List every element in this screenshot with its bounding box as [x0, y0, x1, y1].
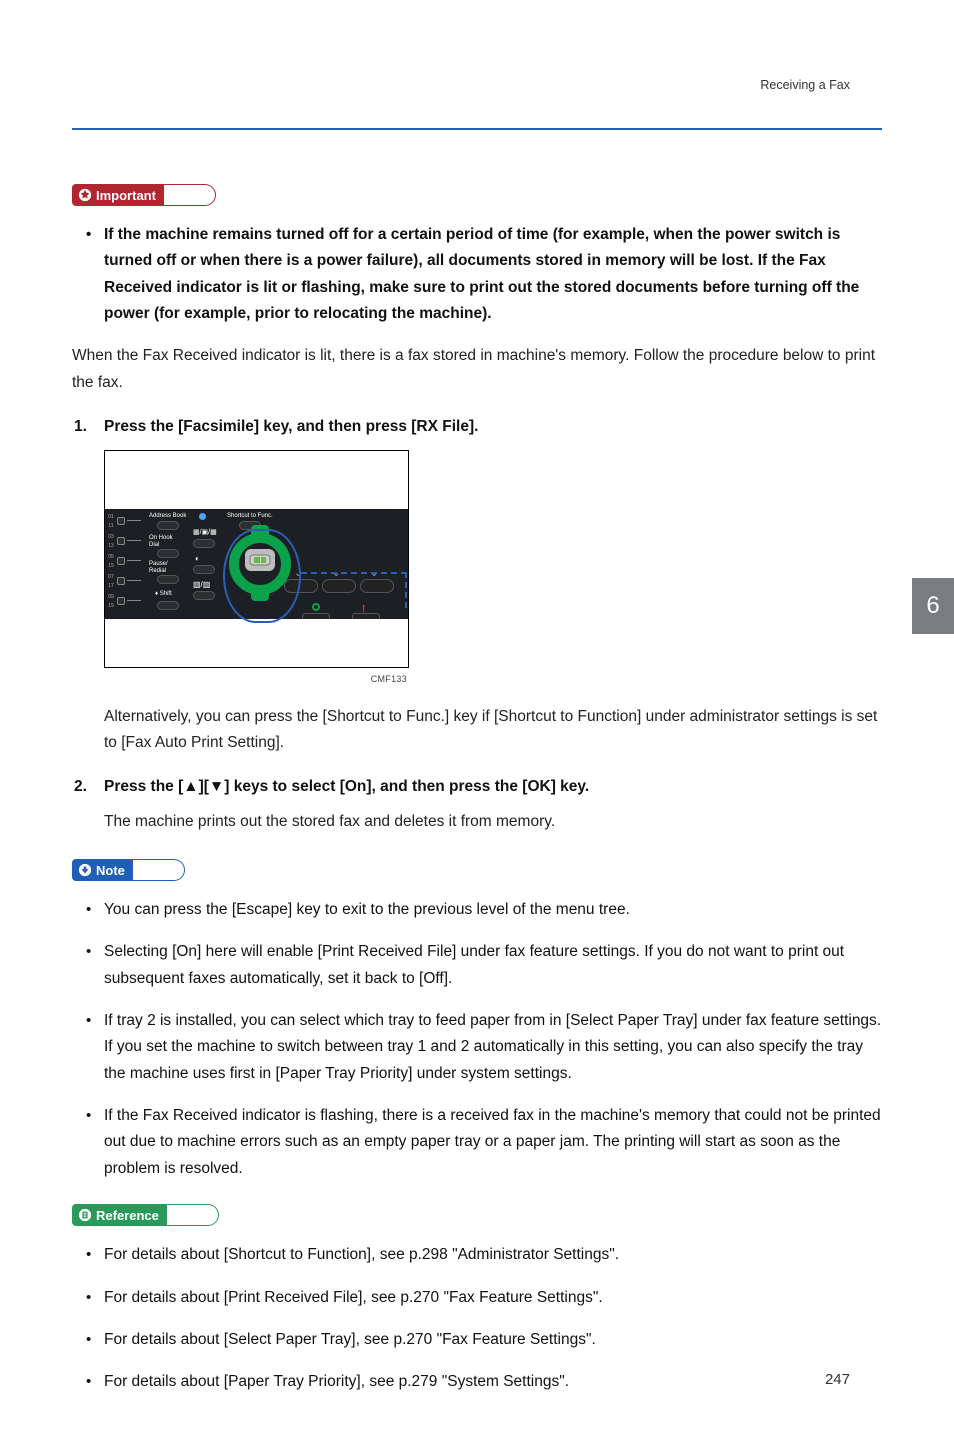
step-heading: Press the [▲][▼] keys to select [On], an…: [104, 778, 589, 795]
figure-caption: CMF133: [104, 668, 409, 687]
control-panel-figure: 0111 0313 0515 0717 0919 Address Book On…: [104, 450, 409, 668]
label-pause-redial: Pause/ Redial: [149, 561, 168, 574]
header-rule: [72, 128, 882, 130]
label-shift: ♦ Shift: [155, 591, 172, 598]
star-icon: [78, 188, 92, 202]
step-1: 1. Press the [Facsimile] key, and then p…: [104, 414, 882, 756]
down-arrow-icon: [78, 863, 92, 877]
label-on-hook: On Hook Dial: [149, 535, 173, 548]
book-icon: [78, 1208, 92, 1222]
running-header: Receiving a Fax: [760, 78, 850, 92]
important-item: If the machine remains turned off for a …: [104, 222, 882, 327]
reference-list: For details about [Shortcut to Function]…: [72, 1242, 882, 1395]
note-item: If the Fax Received indicator is flashin…: [104, 1103, 882, 1182]
reference-label: Reference: [96, 1208, 159, 1223]
important-callout: Important: [72, 184, 216, 206]
highlight-oval: [223, 529, 301, 623]
step-number: 1.: [74, 414, 87, 440]
note-list: You can press the [Escape] key to exit t…: [72, 897, 882, 1182]
chapter-tab: 6: [912, 578, 954, 634]
note-item: You can press the [Escape] key to exit t…: [104, 897, 882, 923]
page-number: 247: [825, 1371, 850, 1388]
important-label: Important: [96, 188, 156, 203]
reference-item: For details about [Print Received File],…: [104, 1285, 882, 1311]
important-list: If the machine remains turned off for a …: [72, 222, 882, 327]
reference-item: For details about [Select Paper Tray], s…: [104, 1327, 882, 1353]
step1-followup: Alternatively, you can press the [Shortc…: [104, 704, 882, 757]
note-item: Selecting [On] here will enable [Print R…: [104, 939, 882, 992]
step-heading: Press the [Facsimile] key, and then pres…: [104, 418, 478, 435]
step-2: 2. Press the [▲][▼] keys to select [On],…: [104, 774, 882, 835]
step-number: 2.: [74, 774, 87, 800]
reference-callout: Reference: [72, 1204, 219, 1226]
note-item: If tray 2 is installed, you can select w…: [104, 1008, 882, 1087]
reference-item: For details about [Shortcut to Function]…: [104, 1242, 882, 1268]
note-callout: Note: [72, 859, 185, 881]
label-address-book: Address Book: [149, 513, 186, 520]
note-label: Note: [96, 863, 125, 878]
step2-body: The machine prints out the stored fax an…: [104, 809, 882, 835]
reference-item: For details about [Paper Tray Priority],…: [104, 1369, 882, 1395]
intro-paragraph: When the Fax Received indicator is lit, …: [72, 343, 882, 396]
